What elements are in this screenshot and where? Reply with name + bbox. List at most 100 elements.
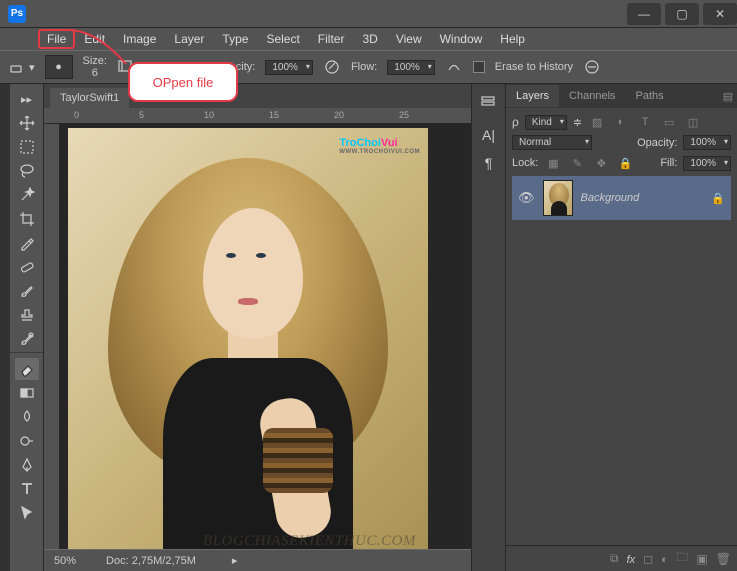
crop-tool[interactable] [15, 208, 39, 230]
gradient-tool[interactable] [15, 382, 39, 404]
blur-tool[interactable] [15, 406, 39, 428]
filter-adjust-icon[interactable]: ◐ [612, 114, 630, 130]
character-panel-icon[interactable]: A| [482, 127, 495, 143]
document-tab[interactable]: TaylorSwift1 [50, 88, 129, 108]
lock-paint-icon[interactable]: ✎ [568, 155, 586, 171]
canvas-viewport[interactable]: TroChoiVui WWW.TROCHOIVUI.COM BLOGCHIASE… [60, 124, 471, 549]
lasso-tool[interactable] [15, 160, 39, 182]
collapse-toggle[interactable]: ▸▸ [15, 88, 39, 110]
image-face [203, 208, 303, 338]
brush-preview[interactable]: ● [45, 55, 73, 79]
fx-icon[interactable]: fx [627, 552, 636, 566]
eyedropper-tool[interactable] [15, 232, 39, 254]
brush-size[interactable]: Size: 6 [83, 55, 107, 79]
airbrush-toggle[interactable] [445, 58, 463, 76]
filter-kind-dropdown[interactable]: Kind [525, 115, 567, 130]
fill-label: Fill: [660, 157, 677, 169]
mask-icon[interactable]: ◻ [643, 552, 653, 566]
doc-size[interactable]: Doc: 2,75M/2,75M [106, 555, 196, 567]
menu-type[interactable]: Type [213, 29, 257, 49]
history-brush-tool[interactable] [15, 328, 39, 350]
layer-thumbnail[interactable] [543, 180, 573, 216]
wand-tool[interactable] [15, 184, 39, 206]
menu-image[interactable]: Image [114, 29, 165, 49]
visibility-toggle[interactable]: 👁 [518, 190, 535, 206]
menu-edit[interactable]: Edit [75, 29, 114, 49]
erase-history-checkbox[interactable] [473, 61, 485, 73]
pressure-size-toggle[interactable] [583, 58, 601, 76]
watermark-logo: TroChoiVui WWW.TROCHOIVUI.COM [339, 134, 420, 155]
ruler-horizontal[interactable]: 0510152025 [44, 108, 471, 124]
pressure-opacity-toggle[interactable] [323, 58, 341, 76]
stamp-icon [19, 307, 35, 323]
menu-filter[interactable]: Filter [309, 29, 354, 49]
menu-3d[interactable]: 3D [353, 29, 386, 49]
window-controls: — ▢ ✕ [623, 3, 737, 25]
paragraph-panel-icon[interactable]: ¶ [485, 155, 493, 171]
layer-row[interactable]: 👁 Background 🔒 [512, 176, 731, 220]
tab-channels[interactable]: Channels [559, 85, 625, 107]
blend-mode-dropdown[interactable]: Normal [512, 135, 592, 150]
pen-tool[interactable] [15, 454, 39, 476]
menu-view[interactable]: View [387, 29, 431, 49]
pen-icon [19, 457, 35, 473]
layers-footer: ⧉ fx ◻ ◐ 🗀 ▣ 🗑 [506, 545, 737, 571]
lock-all-icon[interactable]: 🔒 [616, 155, 634, 171]
filter-smart-icon[interactable]: ◫ [684, 114, 702, 130]
delete-icon[interactable]: 🗑 [716, 552, 731, 566]
tab-layers[interactable]: Layers [506, 85, 559, 107]
document-body: TroChoiVui WWW.TROCHOIVUI.COM BLOGCHIASE… [44, 124, 471, 549]
dodge-tool[interactable] [15, 430, 39, 452]
close-button[interactable]: ✕ [703, 3, 737, 25]
filter-type-icon[interactable]: T [636, 114, 654, 130]
layer-opacity-dropdown[interactable]: 100% [683, 135, 731, 150]
layer-name[interactable]: Background [581, 192, 704, 204]
adjustment-icon[interactable]: ◐ [661, 552, 668, 566]
type-icon [19, 481, 35, 497]
filter-shape-icon[interactable]: ▭ [660, 114, 678, 130]
tab-paths[interactable]: Paths [626, 85, 674, 107]
eraser-icon [19, 361, 35, 377]
minimize-button[interactable]: — [627, 3, 661, 25]
lock-transparent-icon[interactable]: ▦ [544, 155, 562, 171]
brush-tool[interactable] [15, 280, 39, 302]
stamp-tool[interactable] [15, 304, 39, 326]
eraser-icon [8, 58, 26, 76]
menu-help[interactable]: Help [491, 29, 534, 49]
path-select-tool[interactable] [15, 502, 39, 524]
dodge-icon [19, 433, 35, 449]
opacity-dropdown[interactable]: 100% [265, 60, 313, 75]
healing-tool[interactable] [15, 256, 39, 278]
ruler-vertical[interactable] [44, 124, 60, 549]
menu-file[interactable]: File [38, 29, 75, 49]
move-tool[interactable] [15, 112, 39, 134]
menu-window[interactable]: Window [431, 29, 492, 49]
lock-position-icon[interactable]: ✥ [592, 155, 610, 171]
flow-label: Flow: [351, 61, 377, 73]
filter-pixel-icon[interactable]: ▨ [588, 114, 606, 130]
history-panel-icon[interactable] [480, 94, 498, 115]
zoom-level[interactable]: 50% [54, 555, 76, 567]
size-label: Size: [83, 55, 107, 67]
maximize-button[interactable]: ▢ [665, 3, 699, 25]
eraser-tool[interactable] [15, 358, 39, 380]
menu-select[interactable]: Select [257, 29, 308, 49]
link-layers-icon[interactable]: ⧉ [610, 551, 619, 566]
eraser-tool-indicator[interactable]: ▾ [8, 58, 35, 76]
layers-stack-icon [480, 94, 498, 112]
new-layer-icon[interactable]: ▣ [696, 552, 707, 566]
group-icon[interactable]: 🗀 [676, 548, 688, 569]
drop-icon [19, 409, 35, 425]
type-tool[interactable] [15, 478, 39, 500]
panel-menu-icon[interactable]: ▤ [719, 88, 737, 104]
pen-size-icon [583, 58, 601, 76]
menu-bar: File Edit Image Layer Type Select Filter… [0, 28, 737, 50]
eyedropper-icon [19, 235, 35, 251]
flow-dropdown[interactable]: 100% [387, 60, 435, 75]
marquee-tool[interactable] [15, 136, 39, 158]
title-bar: Ps — ▢ ✕ [0, 0, 737, 28]
marquee-icon [19, 139, 35, 155]
status-bar: 50% Doc: 2,75M/2,75M ▸ [44, 549, 471, 571]
menu-layer[interactable]: Layer [165, 29, 213, 49]
fill-dropdown[interactable]: 100% [683, 156, 731, 171]
